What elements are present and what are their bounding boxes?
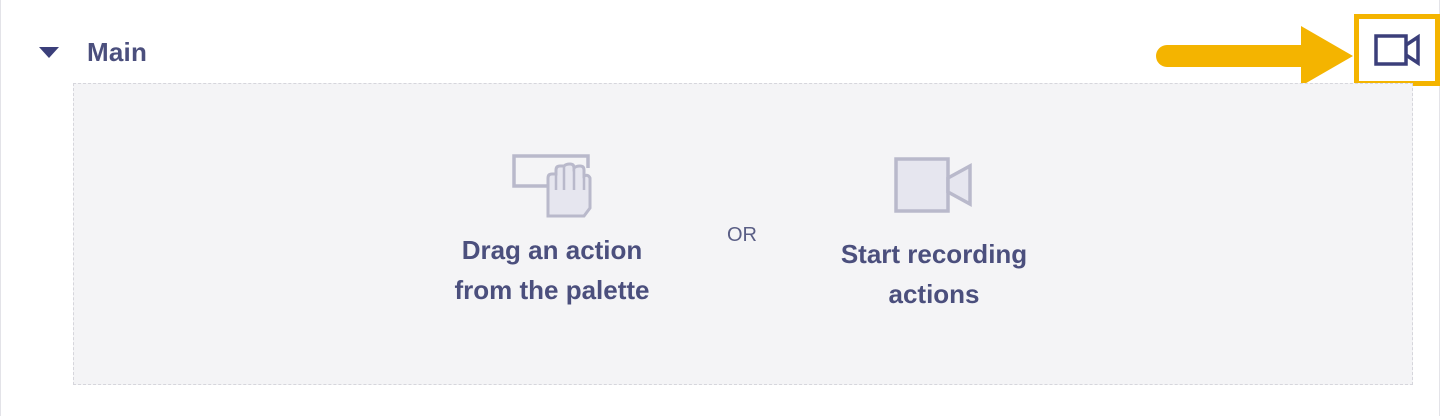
section-title: Main [87,36,148,67]
start-recording-label: Start recording actions [840,239,1028,309]
start-recording-button[interactable] [1354,14,1440,86]
section-header[interactable]: Main [39,32,147,72]
collapse-caret-icon[interactable] [39,46,59,58]
drag-hand-icon [512,154,592,218]
callout-arrow-icon [1156,26,1353,86]
section-panel: Main Drag an action from the palette OR [0,0,1440,416]
video-camera-icon [894,157,972,213]
drag-action-option: Drag an action from the palette [422,154,682,310]
drag-action-label: Drag an action from the palette [454,235,650,305]
video-camera-icon [1374,33,1420,67]
action-drop-zone[interactable]: Drag an action from the palette OR Start… [73,83,1413,385]
start-recording-option[interactable]: Start recording actions [804,156,1064,314]
or-separator: OR [727,224,757,246]
